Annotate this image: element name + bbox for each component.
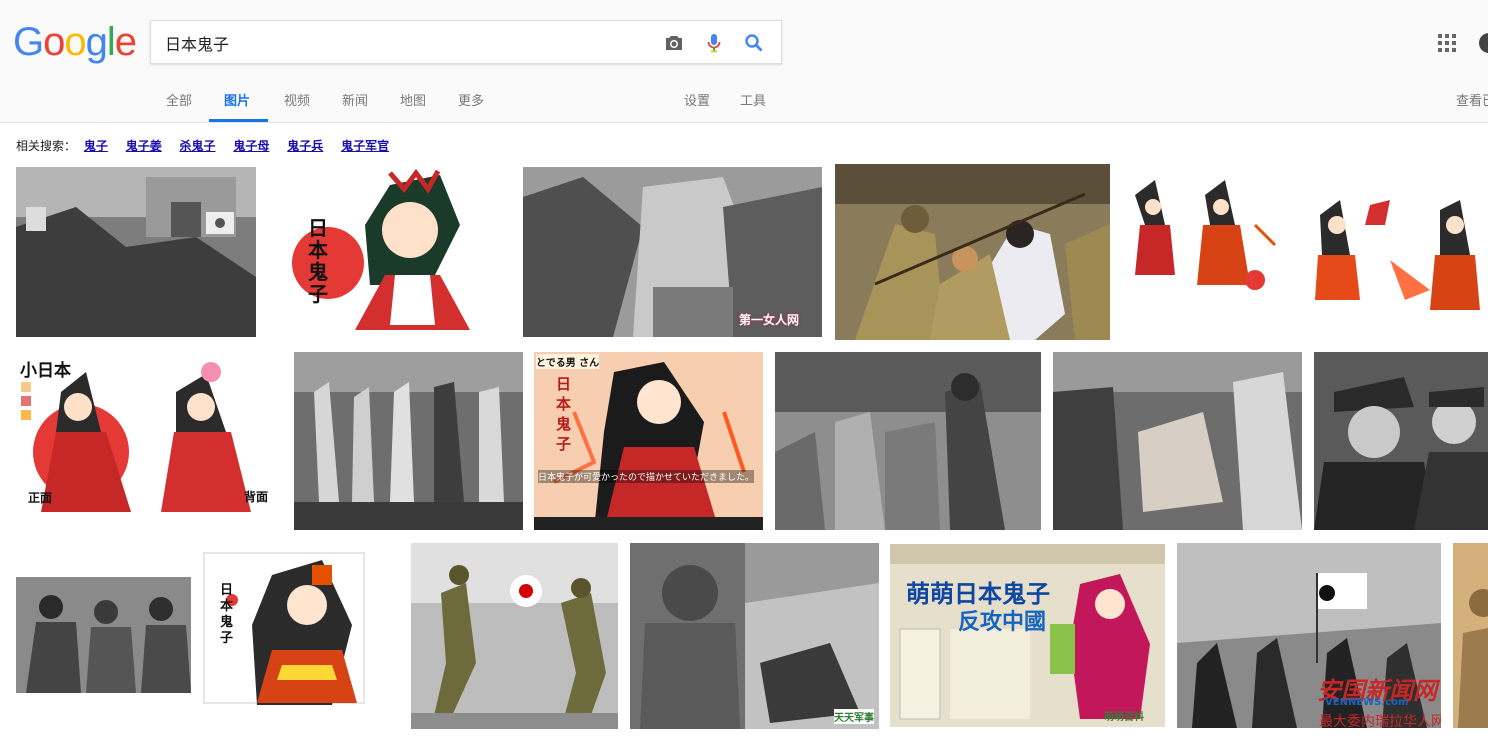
image-watermark: 最大委内瑞拉华人网 [1319, 714, 1441, 728]
tab-tools[interactable]: 工具 [740, 90, 766, 109]
image-caption: とでる男 さん [536, 354, 600, 369]
image-result[interactable] [1453, 543, 1488, 728]
related-link[interactable]: 鬼子兵 [287, 137, 323, 154]
image-watermark: 萌萌百科 [1104, 712, 1144, 723]
tab-news[interactable]: 新闻 [342, 90, 368, 109]
related-link[interactable]: 鬼子军官 [341, 137, 389, 154]
image-watermark: 天天军事 [834, 709, 874, 724]
image-result[interactable] [775, 352, 1041, 530]
image-caption: 日本鬼子 [556, 375, 572, 453]
image-watermark: 第一女人网 [739, 313, 800, 327]
related-link[interactable]: 鬼子母 [233, 137, 269, 154]
tab-maps[interactable]: 地图 [400, 90, 426, 109]
image-result[interactable]: 萌萌日本鬼子 反攻中國 萌萌百科 [890, 544, 1165, 727]
image-caption: 小日本 [20, 361, 71, 381]
image-result[interactable] [1314, 352, 1488, 530]
tab-more[interactable]: 更多 [458, 90, 484, 109]
logo-letter: l [106, 20, 116, 64]
image-result[interactable] [1125, 165, 1285, 340]
tab-videos[interactable]: 视频 [284, 90, 310, 109]
image-result[interactable] [16, 167, 256, 337]
related-searches-label: 相关搜索： [16, 139, 77, 153]
image-result[interactable]: 天天军事 [630, 543, 879, 729]
image-caption: 日本鬼子が可愛かったので描かせていただきました。 [538, 470, 755, 483]
search-box [150, 20, 782, 64]
image-caption: 反攻中國 [958, 610, 1047, 635]
header: Google 全部 图片 视频 新闻 地图 更多 设置 工具 查看已 [0, 0, 1488, 123]
image-result[interactable]: 第一女人网 [523, 167, 822, 337]
image-result[interactable] [16, 577, 191, 693]
image-result[interactable] [1310, 170, 1488, 328]
microphone-icon[interactable] [702, 31, 726, 55]
image-result[interactable]: とでる男 さん 日本鬼子 日本鬼子が可愛かったので描かせていただきました。 [534, 352, 763, 530]
search-input[interactable] [165, 32, 645, 54]
camera-icon[interactable] [662, 31, 686, 55]
image-result[interactable] [835, 164, 1110, 340]
image-caption: 正面 [28, 491, 53, 505]
logo-letter: g [85, 20, 108, 64]
active-tab-indicator [209, 119, 268, 122]
logo-letter: o [43, 20, 65, 64]
image-result[interactable] [1053, 352, 1302, 530]
image-watermark: VENNEWS.com [1325, 697, 1409, 708]
image-result[interactable] [411, 543, 618, 729]
image-caption: 背面 [244, 490, 269, 504]
logo-letter: o [64, 20, 86, 64]
tab-images[interactable]: 图片 [224, 90, 250, 109]
google-logo[interactable]: Google [13, 20, 137, 64]
tab-settings[interactable]: 设置 [684, 90, 710, 109]
image-result[interactable]: 安国新闻网 VENNEWS.com 最大委内瑞拉华人网 [1177, 543, 1441, 728]
image-result[interactable]: 小日本 正面 背面 [16, 352, 282, 530]
image-caption: 日本鬼子 [220, 583, 234, 646]
image-caption: 日本鬼子 [308, 216, 328, 306]
image-result[interactable] [294, 352, 523, 530]
image-result[interactable]: 日本鬼子 [202, 545, 400, 729]
image-result[interactable]: 日本鬼子 [270, 165, 510, 337]
related-link[interactable]: 鬼子姜 [126, 137, 162, 154]
logo-letter: G [13, 20, 44, 64]
logo-letter: e [114, 20, 137, 64]
related-link[interactable]: 杀鬼子 [180, 137, 216, 154]
related-searches: 相关搜索： 鬼子 鬼子姜 杀鬼子 鬼子母 鬼子兵 鬼子军官 [16, 137, 403, 154]
search-icon[interactable] [742, 31, 766, 55]
tab-all[interactable]: 全部 [166, 90, 192, 109]
account-avatar[interactable] [1479, 33, 1488, 53]
apps-grid-icon[interactable] [1437, 33, 1457, 53]
related-link[interactable]: 鬼子 [84, 137, 108, 154]
view-history-link[interactable]: 查看已 [1456, 90, 1488, 109]
